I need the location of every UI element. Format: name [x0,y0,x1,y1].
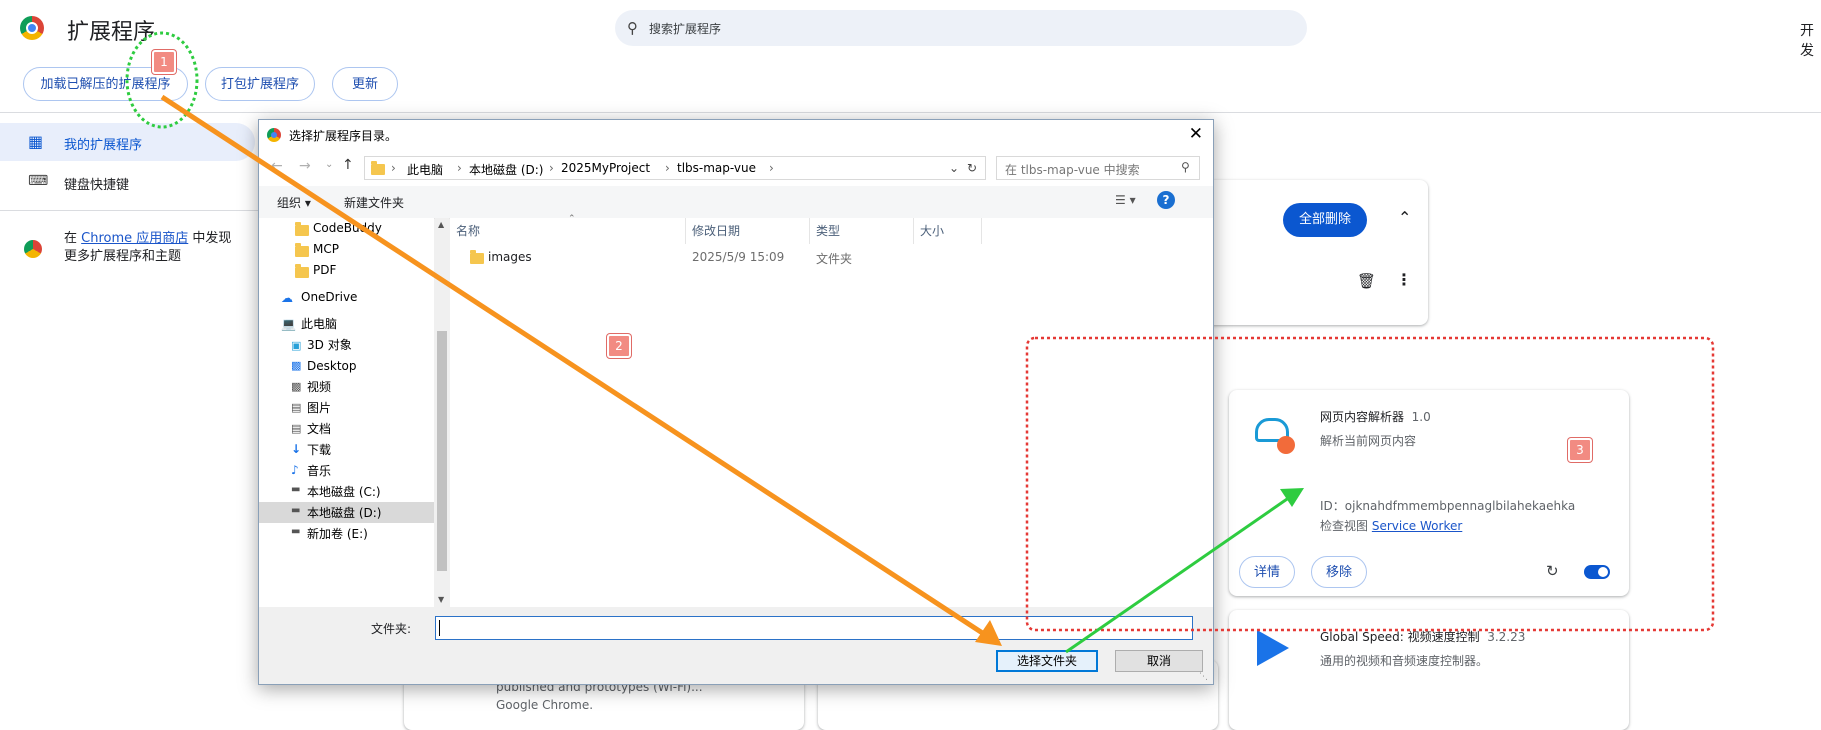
annotation-badge-2: 2 [607,334,631,358]
orange-arrow-line [160,94,989,639]
annotation-overlay [125,31,1715,654]
green-arrowhead [1280,488,1304,507]
green-arrow-line [1065,495,1291,654]
annotation-badge-3: 3 [1568,438,1592,462]
annotation-badge-1: 1 [152,50,176,74]
red-dotted-rectangle [1025,336,1715,632]
